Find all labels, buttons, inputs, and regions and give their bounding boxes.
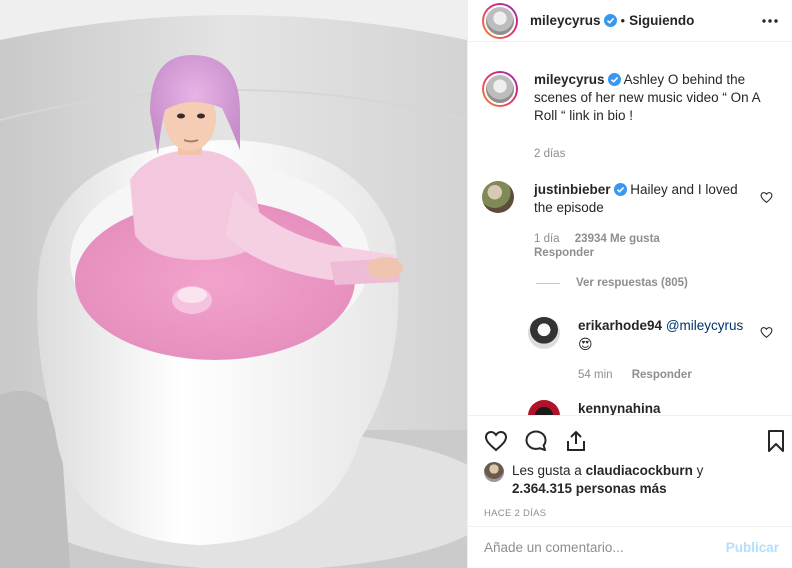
reply-avatar[interactable] <box>528 317 560 349</box>
more-dots-icon[interactable] <box>761 12 779 30</box>
comment-icon[interactable] <box>524 429 548 453</box>
caption-text-block: mileycyrus Ashley O behind the scenes of… <box>534 71 774 125</box>
comment-heart-icon[interactable] <box>760 191 773 204</box>
caption-username[interactable]: mileycyrus <box>534 72 605 87</box>
add-comment-bar: Publicar <box>468 526 792 568</box>
commenter-avatar[interactable] <box>482 181 514 213</box>
view-replies-button[interactable]: Ver respuestas (805) <box>536 277 688 289</box>
share-icon[interactable] <box>564 429 588 453</box>
reply-avatar[interactable] <box>528 400 560 415</box>
verified-badge-icon <box>607 73 621 86</box>
header-separator: • <box>620 13 626 28</box>
comment-username[interactable]: justinbieber <box>534 182 611 197</box>
bookmark-icon[interactable] <box>764 429 788 453</box>
publish-button[interactable]: Publicar <box>726 540 779 555</box>
reply-item: erikarhode94 @mileycyrus 😍 <box>528 317 758 354</box>
comment-likes[interactable]: 23934 Me gusta <box>575 233 660 245</box>
caption-time[interactable]: 2 días <box>534 148 565 160</box>
caption: mileycyrus Ashley O behind the scenes of… <box>482 71 774 125</box>
post-actions: Les gusta a claudiacockburn y 2.364.315 … <box>468 415 792 519</box>
post-age[interactable]: HACE 2 DÍAS <box>484 508 546 519</box>
post-photo[interactable] <box>0 0 467 568</box>
post-photo-illustration <box>0 0 467 568</box>
instagram-post-view: mileycyrus • Siguiendo mileycyrus Ashley… <box>0 0 792 568</box>
author-line: mileycyrus • Siguiendo <box>530 13 694 28</box>
reply-heart-icon[interactable] <box>760 326 773 339</box>
reply-mention[interactable]: @mileycyrus <box>666 318 743 333</box>
follow-status-button[interactable]: Siguiendo <box>629 13 694 28</box>
liker-avatar[interactable] <box>484 462 504 482</box>
verified-badge-icon <box>613 183 627 196</box>
likes-count[interactable]: 2.364.315 personas más <box>512 481 667 496</box>
comment-input[interactable] <box>484 540 726 555</box>
author-username[interactable]: mileycyrus <box>530 13 601 28</box>
verified-badge-icon <box>603 14 617 27</box>
reply-item: kennynahina <box>528 400 661 415</box>
reply-reply-button[interactable]: Responder <box>632 369 692 381</box>
reply-button[interactable]: Responder <box>534 247 594 259</box>
likes-conjunction: y <box>696 463 704 478</box>
reply-text-block: erikarhode94 @mileycyrus 😍 <box>578 317 758 354</box>
reply-username[interactable]: erikarhode94 <box>578 318 662 333</box>
comment-time[interactable]: 1 día <box>534 233 560 245</box>
author-avatar[interactable] <box>482 2 518 39</box>
post-header: mileycyrus • Siguiendo <box>468 0 792 42</box>
comment-meta: 1 día 23934 Me gusta <box>534 233 660 245</box>
reply-text-block: kennynahina <box>578 400 661 415</box>
comment-text-block: justinbieber Hailey and I loved the epis… <box>534 181 754 217</box>
comments-list[interactable]: mileycyrus Ashley O behind the scenes of… <box>468 43 792 415</box>
reply-username[interactable]: kennynahina <box>578 401 661 415</box>
liker-username[interactable]: claudiacockburn <box>586 463 693 478</box>
view-replies-label: Ver respuestas (805) <box>576 277 688 289</box>
reply-meta: 54 min Responder <box>578 369 692 381</box>
likes-summary[interactable]: Les gusta a claudiacockburn y 2.364.315 … <box>512 462 703 498</box>
replies-divider <box>536 282 560 284</box>
caption-avatar[interactable] <box>482 71 518 107</box>
reply-time[interactable]: 54 min <box>578 369 613 381</box>
reply-emoji: 😍 <box>578 336 593 352</box>
comment-item: justinbieber Hailey and I loved the epis… <box>482 181 754 217</box>
likes-prefix: Les gusta a <box>512 463 582 478</box>
heart-icon[interactable] <box>484 429 508 453</box>
post-details-panel: mileycyrus • Siguiendo mileycyrus Ashley… <box>467 0 792 568</box>
